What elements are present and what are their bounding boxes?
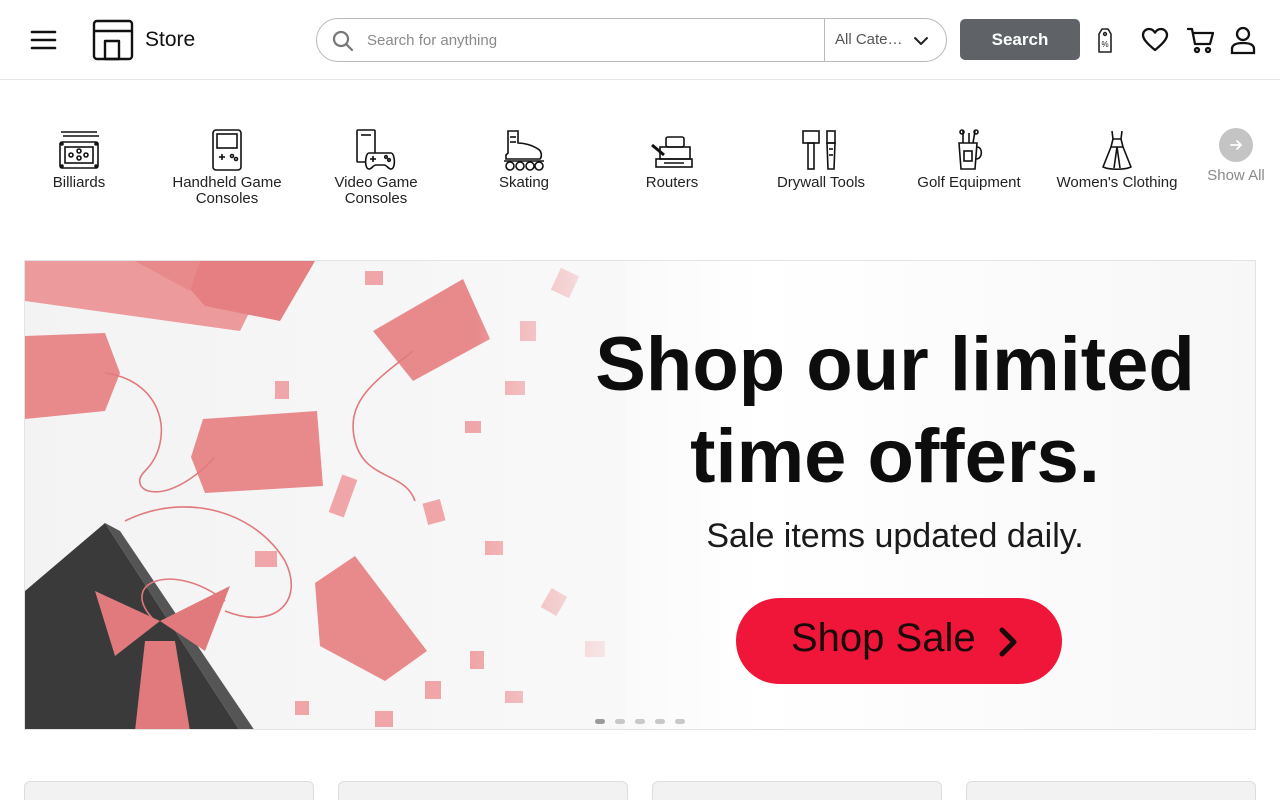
product-card[interactable] (338, 781, 628, 800)
chevron-down-icon (913, 33, 929, 49)
heart-icon[interactable] (1138, 22, 1172, 58)
category-handheld-game-consoles[interactable]: Handheld Game Consoles (157, 125, 297, 207)
search-icon (331, 29, 355, 53)
video-game-console-icon (306, 125, 446, 171)
user-icon[interactable] (1226, 22, 1260, 58)
shop-sale-button[interactable]: Shop Sale (736, 598, 1062, 684)
category-golf-equipment[interactable]: Golf Equipment (899, 125, 1039, 191)
carousel-dot[interactable] (635, 719, 645, 724)
show-all-categories-button[interactable]: Show All (1206, 128, 1266, 184)
show-all-label: Show All (1207, 167, 1265, 184)
roller-skate-icon (454, 125, 594, 171)
category-drywall-tools[interactable]: Drywall Tools (751, 125, 891, 191)
search-bar: All Categories (316, 18, 947, 62)
category-womens-clothing[interactable]: Women's Clothing (1047, 125, 1187, 191)
golf-bag-icon (899, 125, 1039, 171)
svg-text:%: % (1101, 40, 1108, 49)
chevron-right-icon (994, 626, 1022, 658)
category-label: Video Game Consoles (334, 174, 418, 207)
handheld-console-icon (157, 125, 297, 171)
hero-subtitle: Sale items updated daily. (706, 517, 1084, 555)
category-select[interactable]: All Categories (825, 19, 946, 61)
hero-title: Shop our limited time offers. (595, 322, 1195, 499)
category-label: Skating (498, 174, 550, 191)
carousel-dot[interactable] (615, 719, 625, 724)
shop-sale-label: Shop Sale (791, 616, 976, 660)
billiards-icon (9, 125, 149, 171)
price-tag-icon[interactable]: % (1088, 22, 1122, 58)
router-icon (602, 125, 742, 171)
arrow-right-icon (1219, 128, 1253, 162)
carousel-indicators (595, 719, 685, 725)
cart-icon[interactable] (1184, 22, 1218, 58)
category-select-value: All Categories (835, 31, 905, 48)
drywall-tools-icon (751, 125, 891, 171)
search-input[interactable] (367, 25, 817, 55)
category-routers[interactable]: Routers (602, 125, 742, 191)
category-label: Billiards (52, 174, 106, 191)
dress-icon (1047, 125, 1187, 171)
category-label: Golf Equipment (917, 174, 1021, 191)
category-label: Women's Clothing (1056, 174, 1178, 191)
category-strip: Billiards Handheld Game Consoles Video G… (0, 80, 1280, 230)
carousel-dot[interactable] (675, 719, 685, 724)
category-billiards[interactable]: Billiards (9, 125, 149, 191)
category-skating[interactable]: Skating (454, 125, 594, 191)
search-button[interactable]: Search (960, 19, 1080, 60)
product-card[interactable] (966, 781, 1256, 800)
menu-icon[interactable] (28, 24, 60, 56)
category-label: Routers (645, 174, 699, 191)
product-card[interactable] (652, 781, 942, 800)
store-icon[interactable] (92, 19, 134, 61)
store-name[interactable]: Store (145, 28, 195, 52)
category-label: Drywall Tools (776, 174, 866, 191)
hero-banner[interactable]: Shop our limited time offers. Sale items… (24, 260, 1256, 730)
category-label: Handheld Game Consoles (172, 174, 282, 207)
top-header: Store All Categories Search % (0, 0, 1280, 80)
carousel-dot[interactable] (655, 719, 665, 724)
product-card[interactable] (24, 781, 314, 800)
category-video-game-consoles[interactable]: Video Game Consoles (306, 125, 446, 207)
carousel-dot[interactable] (595, 719, 605, 724)
